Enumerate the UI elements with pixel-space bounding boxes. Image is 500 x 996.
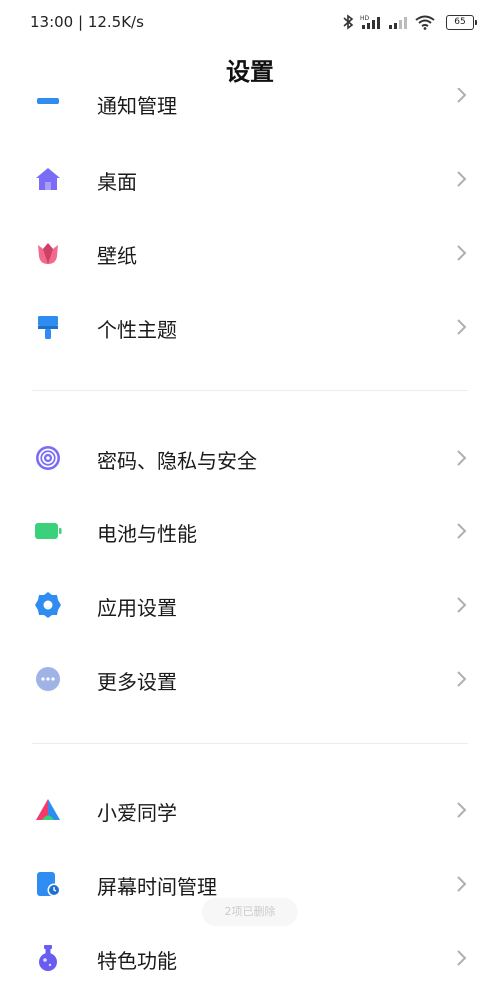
screen-time-icon bbox=[34, 870, 62, 898]
home-icon bbox=[34, 165, 62, 193]
chevron-right-icon bbox=[457, 876, 467, 892]
chevron-right-icon bbox=[457, 171, 467, 187]
chevron-right-icon bbox=[457, 950, 467, 966]
chevron-right-icon bbox=[457, 671, 467, 687]
settings-item-features[interactable]: 特色功能 bbox=[0, 930, 500, 986]
xiaoai-icon bbox=[34, 796, 62, 824]
settings-item-label: 桌面 bbox=[97, 170, 137, 194]
more-dots-icon bbox=[34, 665, 62, 693]
chevron-right-icon bbox=[457, 88, 467, 103]
chevron-right-icon bbox=[457, 319, 467, 335]
notification-icon bbox=[34, 88, 62, 106]
settings-item-theme[interactable]: 个性主题 bbox=[0, 299, 500, 355]
settings-item-label: 密码、隐私与安全 bbox=[97, 449, 257, 473]
status-bar: 13:00 | 12.5K/s HD 65 bbox=[0, 0, 500, 44]
settings-item-label: 特色功能 bbox=[97, 949, 177, 973]
signal-icon bbox=[389, 17, 407, 29]
settings-item-label: 壁纸 bbox=[97, 244, 137, 268]
hd-signal-icon: HD bbox=[360, 15, 380, 29]
settings-item-label: 电池与性能 bbox=[97, 522, 197, 546]
section-divider bbox=[32, 390, 468, 391]
settings-item-label: 应用设置 bbox=[97, 596, 177, 620]
status-icons: HD 65 bbox=[342, 14, 477, 30]
settings-item-label: 通知管理 bbox=[97, 94, 177, 118]
battery-icon bbox=[34, 517, 62, 545]
wifi-icon bbox=[415, 15, 435, 30]
settings-item-label: 小爱同学 bbox=[97, 801, 177, 825]
page-title: 设置 bbox=[226, 58, 274, 86]
status-time-speed: 13:00 | 12.5K/s bbox=[30, 13, 144, 31]
settings-item-notifications[interactable]: 通知管理 bbox=[0, 88, 500, 118]
section-divider bbox=[32, 743, 468, 744]
tulip-icon bbox=[34, 239, 62, 267]
settings-item-app-settings[interactable]: 应用设置 bbox=[0, 577, 500, 633]
settings-item-more[interactable]: 更多设置 bbox=[0, 651, 500, 707]
chevron-right-icon bbox=[457, 523, 467, 539]
flask-icon bbox=[34, 944, 62, 972]
paintbrush-icon bbox=[34, 313, 62, 341]
chevron-right-icon bbox=[457, 245, 467, 261]
fingerprint-icon bbox=[34, 444, 62, 472]
settings-item-desktop[interactable]: 桌面 bbox=[0, 151, 500, 207]
settings-item-label: 个性主题 bbox=[97, 318, 177, 342]
settings-item-xiaoai[interactable]: 小爱同学 bbox=[0, 782, 500, 838]
settings-item-label: 更多设置 bbox=[97, 670, 177, 694]
chevron-right-icon bbox=[457, 450, 467, 466]
chevron-right-icon bbox=[457, 597, 467, 613]
settings-item-label: 屏幕时间管理 bbox=[97, 875, 217, 899]
battery-indicator: 65 bbox=[446, 14, 477, 30]
settings-item-privacy[interactable]: 密码、隐私与安全 bbox=[0, 430, 500, 486]
svg-text:HD: HD bbox=[360, 15, 370, 22]
chevron-right-icon bbox=[457, 802, 467, 818]
bluetooth-icon bbox=[343, 14, 354, 30]
gear-icon bbox=[34, 591, 62, 619]
settings-item-battery[interactable]: 电池与性能 bbox=[0, 503, 500, 559]
toast-message: 2项已删除 bbox=[202, 898, 298, 926]
settings-item-wallpaper[interactable]: 壁纸 bbox=[0, 225, 500, 281]
